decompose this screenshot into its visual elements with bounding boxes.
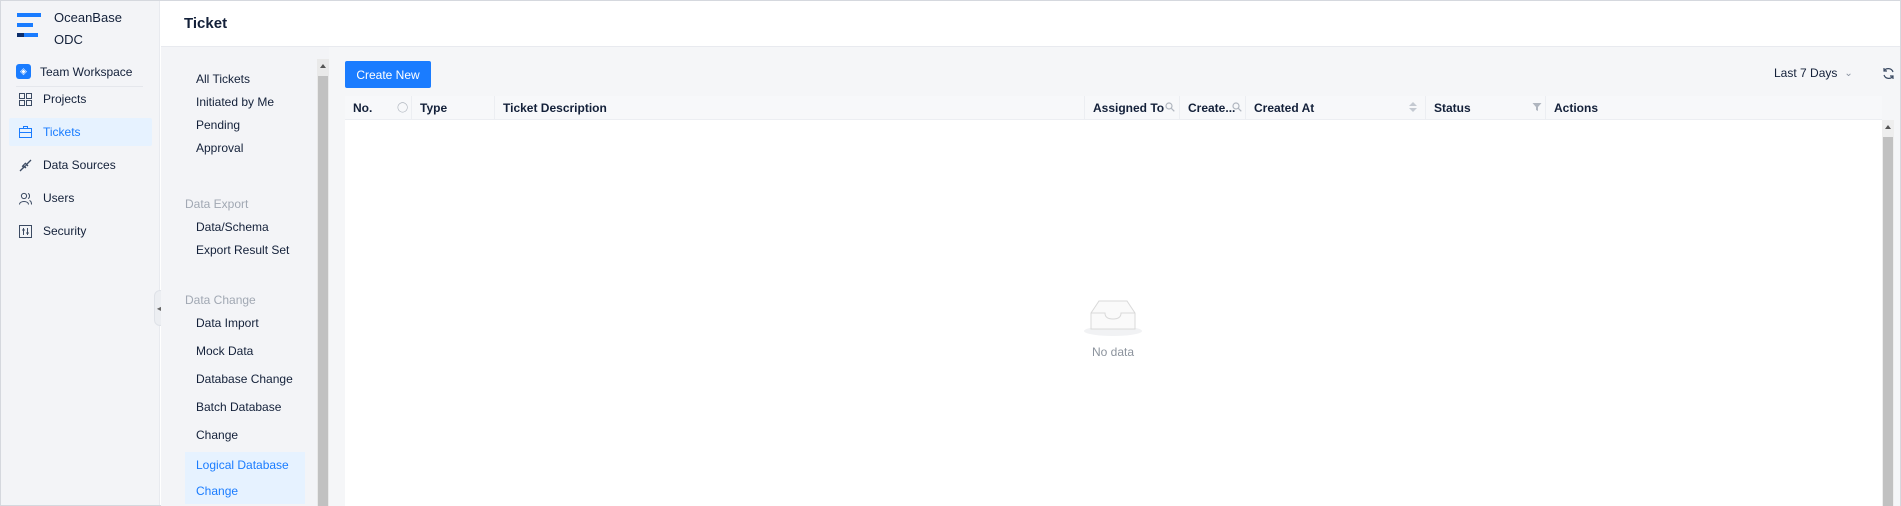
- ticket-type-logical-database-change-line2[interactable]: Change: [185, 478, 305, 504]
- scrollbar-thumb[interactable]: [318, 76, 328, 506]
- column-label: Actions: [1554, 101, 1599, 115]
- filter-icon[interactable]: [1532, 102, 1542, 116]
- ticket-type-approval[interactable]: Approval: [185, 135, 305, 161]
- nav-item-label: Security: [43, 224, 87, 238]
- sort-caret-icon[interactable]: [1409, 102, 1417, 114]
- tickets-icon: [18, 125, 32, 139]
- search-icon[interactable]: [1165, 102, 1175, 116]
- users-icon: [18, 191, 32, 205]
- empty-state: No data: [1065, 293, 1161, 359]
- data-sources-icon: [18, 158, 32, 172]
- column-header-created-at[interactable]: Created At: [1245, 96, 1425, 120]
- scroll-up-icon: [1885, 125, 1891, 129]
- nav-item-data-sources[interactable]: Data Sources: [9, 151, 152, 179]
- nav-item-label: Projects: [43, 92, 87, 106]
- group-title-data-export: Data Export: [185, 197, 249, 211]
- oceanbase-logo-icon: [17, 13, 41, 45]
- projects-icon: [18, 92, 32, 106]
- column-label: Created At: [1254, 101, 1315, 115]
- nav-item-tickets[interactable]: Tickets: [9, 118, 152, 146]
- ticket-type-sidebar: All Tickets Initiated by Me Pending Appr…: [161, 47, 329, 506]
- nav-item-label: Tickets: [43, 125, 81, 139]
- column-label: No.: [353, 101, 373, 115]
- sort-icon[interactable]: ◯: [397, 102, 408, 114]
- column-label: Create...: [1188, 101, 1236, 115]
- ticket-type-batch-database-change[interactable]: Batch Database: [185, 394, 305, 420]
- column-label: Status: [1434, 101, 1471, 115]
- table-scrollbar[interactable]: [1882, 120, 1894, 506]
- refresh-icon: [1882, 67, 1894, 79]
- ticket-type-logical-database-change[interactable]: Logical Database: [185, 452, 305, 478]
- workspace-icon: ◈: [16, 64, 31, 79]
- ticket-type-batch-database-change-line2[interactable]: Change: [185, 422, 305, 448]
- table-header: No. ◯ Type Ticket Description Assigned T…: [345, 96, 1882, 120]
- brand-name: OceanBase ODC: [54, 7, 122, 51]
- time-range-select[interactable]: Last 7 Days ⌄: [1774, 66, 1853, 80]
- brand[interactable]: OceanBase ODC: [17, 7, 122, 51]
- ticket-type-export-result-set[interactable]: Export Result Set: [185, 237, 305, 263]
- empty-state-text: No data: [1091, 345, 1135, 359]
- empty-inbox-icon: [1081, 293, 1145, 337]
- column-header-status[interactable]: Status: [1425, 96, 1545, 120]
- nav-item-label: Users: [43, 191, 75, 205]
- column-header-creator[interactable]: Create...: [1179, 96, 1245, 120]
- column-label: Ticket Description: [503, 101, 607, 115]
- group-title-data-change: Data Change: [185, 293, 256, 307]
- scrollbar-thumb[interactable]: [1883, 137, 1893, 506]
- brand-line-2: ODC: [54, 32, 83, 47]
- ticket-type-database-change[interactable]: Database Change: [185, 366, 305, 392]
- column-header-assigned-to[interactable]: Assigned To: [1084, 96, 1179, 120]
- time-range-value: Last 7 Days: [1774, 66, 1838, 80]
- chevron-down-icon: ⌄: [1844, 67, 1853, 79]
- nav-item-security[interactable]: Security: [9, 217, 152, 245]
- column-label: Type: [420, 101, 448, 115]
- column-header-ticket-description: Ticket Description: [494, 96, 1084, 120]
- column-label: Assigned To: [1093, 101, 1165, 115]
- create-new-button[interactable]: Create New: [345, 61, 431, 88]
- ticket-type-data-import[interactable]: Data Import: [185, 310, 305, 336]
- left-navigation: OceanBase ODC ◈ Team Workspace Projects …: [1, 1, 160, 505]
- nav-item-users[interactable]: Users: [9, 184, 152, 212]
- security-icon: [18, 224, 32, 238]
- nav-item-label: Data Sources: [43, 158, 116, 172]
- search-icon[interactable]: [1232, 102, 1242, 116]
- page-title: Ticket: [184, 15, 228, 32]
- column-header-actions: Actions: [1545, 96, 1882, 120]
- workspace-label: Team Workspace: [40, 64, 133, 79]
- ticket-type-scrollbar[interactable]: [317, 59, 329, 506]
- refresh-button[interactable]: [1880, 65, 1896, 81]
- column-header-no[interactable]: No. ◯: [345, 96, 411, 120]
- scroll-up-icon: [320, 64, 326, 68]
- workspace-switcher[interactable]: ◈ Team Workspace: [16, 61, 143, 87]
- column-header-type: Type: [411, 96, 494, 120]
- ticket-type-mock-data[interactable]: Mock Data: [185, 338, 305, 364]
- brand-line-1: OceanBase: [54, 10, 122, 25]
- nav-item-projects[interactable]: Projects: [9, 85, 152, 113]
